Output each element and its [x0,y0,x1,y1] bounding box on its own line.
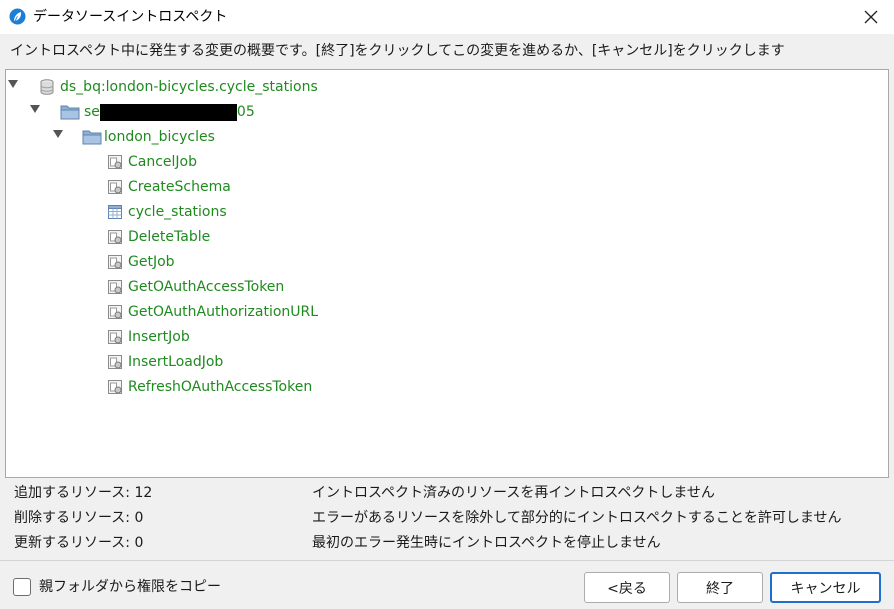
table-icon [108,205,122,219]
tree-item-label: GetOAuthAccessToken [128,279,285,295]
procedure-icon [108,230,122,244]
expand-toggle-dataset[interactable] [53,129,63,139]
tree-item-label: InsertJob [128,329,190,345]
feather-icon [9,8,26,25]
tree-item-label: GetJob [128,254,175,270]
procedure-icon [108,380,122,394]
added-count: 追加するリソース: 12 [14,485,153,501]
redacted-block [99,103,237,121]
procedure-icon [108,330,122,344]
introspection-options-summary: イントロスペクト済みのリソースを再イントロスペクトしません エラーがあるリソース… [312,484,841,559]
copy-permissions-checkbox[interactable] [13,578,31,596]
tree-node-label: ds_bq:london-bicycles.cycle_stations [60,79,318,95]
footer-divider [0,560,894,561]
tree-item-label: CreateSchema [128,179,231,195]
expand-toggle-project[interactable] [30,104,40,114]
procedure-icon [108,255,122,269]
note-partial: エラーがあるリソースを除外して部分的にイントロスペクトすることを許可しません [312,510,842,526]
tree-item-label: InsertLoadJob [128,354,224,370]
title-bar: データソースイントロスペクト [0,0,894,34]
tree-item[interactable]: CancelJob [106,151,197,173]
tree-item-label: cycle_stations [128,204,227,220]
dialog-description: イントロスペクト中に発生する変更の概要です。[終了]をクリックしてこの変更を進め… [10,43,785,59]
folder-icon [60,105,80,120]
tree-item-label: GetOAuthAuthorizationURL [128,304,319,320]
tree-item[interactable]: InsertJob [106,326,190,348]
note-stop-on-error: 最初のエラー発生時にイントロスペクトを停止しません [312,535,661,551]
tree-item[interactable]: GetOAuthAuthorizationURL [106,301,318,323]
tree-node-project[interactable]: se 05 [60,101,255,123]
tree-node-label: se 05 [84,103,255,121]
tree-node-label: london_bicycles [104,129,215,145]
triangle-down-icon [8,80,18,88]
tree-item[interactable]: InsertLoadJob [106,351,223,373]
updated-count: 更新するリソース: 0 [14,535,144,551]
finish-button[interactable]: 終了 [677,572,763,603]
procedure-icon [108,280,122,294]
tree-node-dataset[interactable]: london_bicycles [82,126,215,148]
tree-item-label: CancelJob [128,154,198,170]
procedure-icon [108,305,122,319]
triangle-down-icon [30,105,40,113]
resource-tree[interactable]: ds_bq:london-bicycles.cycle_stations se 0… [5,69,889,478]
procedure-icon [108,155,122,169]
database-icon [40,79,54,95]
procedure-icon [108,180,122,194]
close-icon [864,10,878,24]
close-button[interactable] [848,0,894,34]
triangle-down-icon [53,130,63,138]
copy-permissions-label: 親フォルダから権限をコピー [39,579,221,595]
tree-item[interactable]: GetJob [106,251,175,273]
cancel-button[interactable]: キャンセル [770,572,881,603]
tree-node-root[interactable]: ds_bq:london-bicycles.cycle_stations [38,76,318,98]
folder-icon [82,130,102,145]
tree-item[interactable]: RefreshOAuthAccessToken [106,376,312,398]
tree-item-label: DeleteTable [128,229,211,245]
tree-item-label: RefreshOAuthAccessToken [128,379,313,395]
back-button[interactable]: <戻る [584,572,670,603]
tree-item[interactable]: cycle_stations [106,201,227,223]
tree-item[interactable]: DeleteTable [106,226,210,248]
procedure-icon [108,355,122,369]
expand-toggle-root[interactable] [8,79,18,89]
deleted-count: 削除するリソース: 0 [14,510,144,526]
tree-item[interactable]: CreateSchema [106,176,231,198]
tree-item[interactable]: GetOAuthAccessToken [106,276,284,298]
copy-permissions-option[interactable]: 親フォルダから権限をコピー [13,578,221,596]
note-reintrospect: イントロスペクト済みのリソースを再イントロスペクトしません [312,485,715,501]
change-summary: 追加するリソース: 12 削除するリソース: 0 更新するリソース: 0 [14,484,152,559]
window-title: データソースイントロスペクト [33,9,228,25]
